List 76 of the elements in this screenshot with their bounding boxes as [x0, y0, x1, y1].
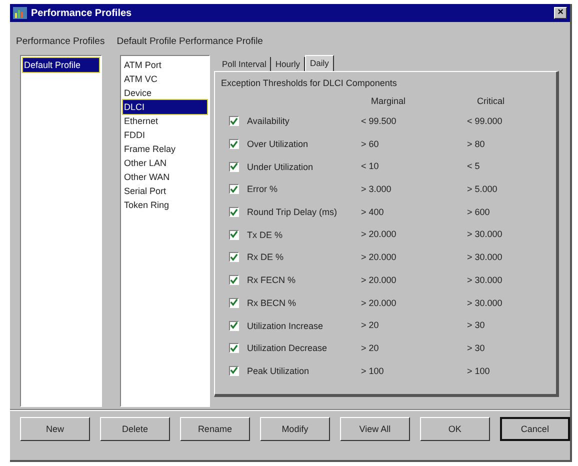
checkbox[interactable]: [229, 207, 239, 218]
list-item[interactable]: ATM Port: [123, 58, 207, 72]
app-icon: [13, 7, 27, 19]
marginal-value: > 20: [361, 342, 380, 355]
threshold-label: Tx DE %: [247, 230, 283, 240]
marginal-value: > 20.000: [361, 296, 398, 310]
marginal-value: > 3.000: [361, 183, 392, 196]
threshold-label: Peak Utilization: [247, 366, 310, 376]
critical-value: > 600: [467, 206, 491, 219]
section-label: Default Profile Performance Profile: [116, 36, 263, 47]
checkbox[interactable]: [229, 275, 239, 286]
marginal-value: < 10: [361, 160, 380, 174]
threshold-label: Under Utilization: [247, 162, 314, 172]
marginal-value: < 99.500: [361, 115, 398, 128]
list-item[interactable]: Other WAN: [123, 170, 207, 184]
dialog-button[interactable]: View All: [340, 417, 410, 441]
checkbox[interactable]: [229, 366, 239, 376]
threshold-label: Round Trip Delay (ms): [247, 207, 338, 218]
dialog-button[interactable]: Modify: [260, 417, 330, 441]
list-item[interactable]: Serial Port: [123, 184, 207, 198]
critical-value: > 30.000: [467, 274, 504, 287]
close-button[interactable]: ×: [554, 7, 567, 19]
critical-value: > 30.000: [467, 228, 504, 242]
list-item[interactable]: Other LAN: [123, 156, 207, 170]
window-title: Performance Profiles: [31, 8, 133, 18]
checkbox[interactable]: [229, 162, 239, 172]
marginal-value: > 20.000: [361, 274, 398, 287]
dialog-button[interactable]: Delete: [100, 417, 170, 441]
dialog-button[interactable]: OK: [420, 417, 490, 441]
critical-value: > 80: [467, 138, 486, 151]
list-item[interactable]: Frame Relay: [123, 142, 207, 156]
dialog-button[interactable]: Cancel: [500, 417, 570, 441]
critical-value: < 5: [467, 160, 481, 174]
list-item[interactable]: Default Profile: [23, 58, 99, 72]
checkbox[interactable]: [229, 184, 239, 194]
checkbox[interactable]: [229, 252, 239, 262]
critical-value: < 99.000: [467, 115, 504, 128]
critical-value: > 30: [467, 342, 486, 355]
checkbox[interactable]: [229, 343, 239, 354]
threshold-label: Rx FECN %: [247, 275, 296, 286]
marginal-value: > 20.000: [361, 228, 398, 242]
checkbox[interactable]: [229, 116, 239, 126]
marginal-value: > 20.000: [361, 251, 398, 264]
list-item[interactable]: Ethernet: [123, 114, 207, 128]
list-item[interactable]: ATM VC: [123, 72, 207, 86]
checkbox[interactable]: [229, 320, 239, 331]
threshold-label: Error %: [247, 184, 278, 194]
dialog-button[interactable]: New: [20, 417, 90, 441]
section-label: Performance Profiles: [16, 36, 105, 47]
checkbox[interactable]: [229, 298, 239, 308]
list-item[interactable]: DLCI: [123, 100, 207, 114]
threshold-label: Rx BECN %: [247, 298, 296, 308]
tab[interactable]: Daily: [304, 55, 334, 71]
threshold-label: Rx DE %: [247, 252, 284, 262]
panel-title: Exception Thresholds for DLCI Components: [221, 78, 398, 88]
dialog-button[interactable]: Rename: [180, 417, 250, 441]
threshold-label: Utilization Increase: [247, 320, 324, 331]
threshold-label: Over Utilization: [247, 139, 308, 150]
critical-value: > 30.000: [467, 251, 504, 264]
column-header: Marginal: [370, 95, 407, 108]
list-item[interactable]: Token Ring: [123, 198, 207, 212]
column-header: Critical: [476, 95, 506, 108]
marginal-value: > 60: [361, 138, 380, 151]
list-item[interactable]: Device: [123, 86, 207, 100]
marginal-value: > 400: [361, 206, 385, 219]
critical-value: > 30: [467, 319, 486, 332]
marginal-value: > 20: [361, 319, 380, 332]
list-item[interactable]: FDDI: [123, 128, 207, 142]
critical-value: > 100: [467, 364, 491, 378]
checkbox[interactable]: [229, 230, 239, 240]
critical-value: > 5.000: [467, 183, 498, 196]
marginal-value: > 100: [361, 364, 385, 378]
threshold-label: Utilization Decrease: [247, 343, 328, 354]
threshold-label: Availability: [247, 116, 290, 126]
checkbox[interactable]: [229, 139, 239, 150]
critical-value: > 30.000: [467, 296, 504, 310]
